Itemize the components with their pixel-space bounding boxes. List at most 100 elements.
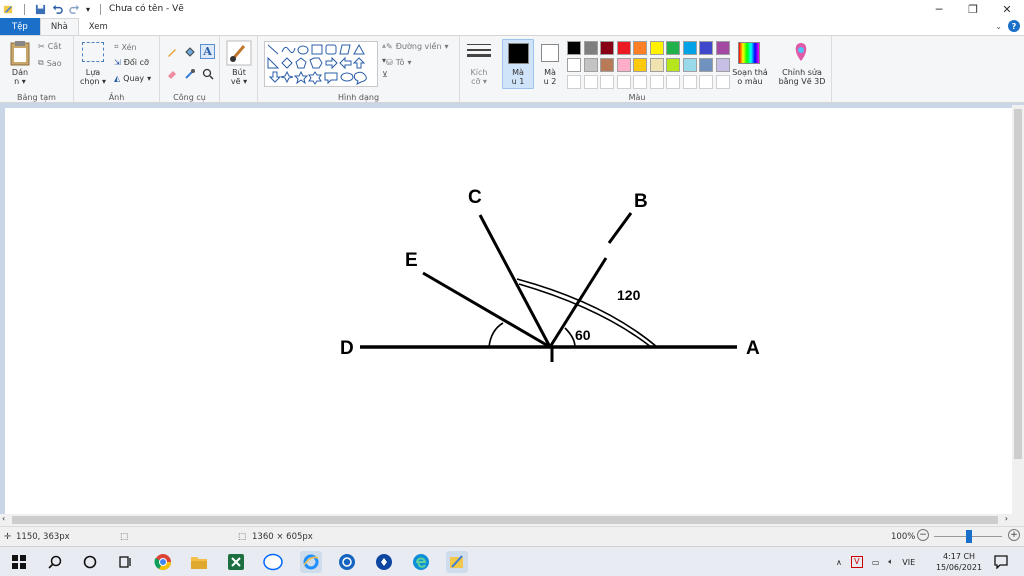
color-swatch[interactable]: [682, 41, 697, 55]
color-swatch[interactable]: [567, 58, 581, 72]
color-swatch[interactable]: [600, 58, 614, 72]
horizontal-scroll-thumb[interactable]: [12, 516, 998, 524]
tab-view[interactable]: Xem: [79, 18, 118, 35]
task-view-icon[interactable]: [114, 551, 136, 573]
color-swatch[interactable]: [715, 41, 730, 55]
paint-taskbar-icon[interactable]: [446, 551, 468, 573]
line-size-icon[interactable]: [467, 42, 491, 62]
close-button[interactable]: ✕: [990, 0, 1024, 18]
search-icon[interactable]: [44, 551, 66, 573]
zoom-slider-thumb[interactable]: [966, 530, 972, 543]
color-swatch[interactable]: [583, 58, 598, 72]
show-hidden-icons-icon[interactable]: ∧: [836, 558, 842, 567]
custom-color-swatch[interactable]: [699, 75, 713, 89]
paste-icon[interactable]: [9, 40, 31, 66]
color-swatch[interactable]: [633, 58, 647, 72]
scroll-right-icon[interactable]: ›: [1005, 514, 1008, 523]
copy-button[interactable]: ⧉ Sao: [38, 58, 62, 68]
color-swatch[interactable]: [567, 41, 581, 55]
cortana-icon[interactable]: [79, 551, 101, 573]
text-tool-icon[interactable]: A: [200, 44, 215, 59]
rotate-button[interactable]: ◭ Quay ▾: [114, 74, 151, 83]
custom-color-swatch[interactable]: [715, 75, 730, 89]
outline-button[interactable]: ✎ Đường viền ▾: [386, 42, 449, 51]
shapes-expand[interactable]: ⊻: [382, 70, 388, 79]
color-swatch[interactable]: [583, 41, 598, 55]
select-icon[interactable]: [82, 42, 104, 62]
color1-button[interactable]: Mà u 1: [502, 39, 534, 89]
color-swatch[interactable]: [666, 58, 680, 72]
help-icon[interactable]: ?: [1008, 20, 1020, 32]
internet-explorer-icon[interactable]: [300, 551, 322, 573]
custom-color-swatch[interactable]: [633, 75, 647, 89]
tab-file[interactable]: Tệp: [0, 18, 40, 35]
start-icon[interactable]: [8, 551, 30, 573]
custom-color-swatch[interactable]: [666, 75, 680, 89]
fill-button[interactable]: ⛁ Tô ▾: [386, 58, 411, 67]
color-swatch[interactable]: [715, 58, 730, 72]
zalo-icon[interactable]: [262, 551, 284, 573]
custom-color-swatch[interactable]: [583, 75, 598, 89]
color-picker-icon[interactable]: [184, 68, 196, 80]
color-swatch[interactable]: [682, 58, 697, 72]
scroll-left-icon[interactable]: ‹: [2, 514, 5, 523]
color-swatch[interactable]: [616, 58, 631, 72]
custom-color-swatch[interactable]: [649, 75, 664, 89]
paint3d-icon[interactable]: [790, 41, 812, 63]
color-swatch[interactable]: [666, 41, 680, 55]
color-swatch[interactable]: [649, 41, 664, 55]
color-swatch[interactable]: [649, 58, 664, 72]
custom-color-swatch[interactable]: [682, 75, 697, 89]
size-button[interactable]: Kích cỡ ▾: [461, 68, 497, 86]
color2-button[interactable]: Mà u 2: [536, 36, 564, 104]
eraser-icon[interactable]: [166, 68, 178, 80]
cut-button[interactable]: ✂ Cắt: [38, 42, 61, 51]
restore-button[interactable]: ❐: [956, 0, 990, 18]
undo-icon[interactable]: [52, 4, 63, 15]
edit-colors-button[interactable]: Soạn thả o màu: [730, 68, 770, 86]
security-app-icon[interactable]: [373, 551, 395, 573]
color-swatch[interactable]: [699, 58, 713, 72]
vertical-scrollbar[interactable]: [1012, 105, 1024, 514]
color-swatch[interactable]: [699, 41, 713, 55]
resize-button[interactable]: ⇲ Đổi cỡ: [114, 58, 149, 67]
notifications-icon[interactable]: [994, 547, 1008, 576]
zoom-in-button[interactable]: +: [1008, 529, 1020, 541]
fill-bucket-icon[interactable]: [184, 46, 196, 58]
custom-color-swatch[interactable]: [567, 75, 581, 89]
color-swatch[interactable]: [600, 41, 614, 55]
crop-button[interactable]: ⌗ Xén: [114, 42, 137, 52]
vertical-scroll-thumb[interactable]: [1014, 109, 1022, 459]
drawing-canvas[interactable]: A B C D E 60 120: [5, 108, 1012, 514]
antivirus-tray-icon[interactable]: V: [850, 556, 863, 568]
battery-icon[interactable]: ▭: [872, 558, 880, 567]
shapes-gallery[interactable]: [264, 41, 378, 87]
network-app-icon[interactable]: [336, 551, 358, 573]
horizontal-scrollbar[interactable]: ‹ ›: [0, 514, 1024, 526]
language-indicator[interactable]: VIE: [902, 558, 915, 567]
brushes-button[interactable]: Bút vẽ ▾: [222, 68, 256, 86]
edit-colors-icon[interactable]: [738, 42, 760, 64]
paste-button[interactable]: Dán n ▾: [6, 68, 34, 86]
edge-icon[interactable]: [410, 551, 432, 573]
save-icon[interactable]: [35, 4, 46, 15]
redo-icon[interactable]: [69, 4, 80, 15]
tab-home[interactable]: Nhà: [39, 18, 79, 35]
custom-color-swatch[interactable]: [616, 75, 631, 89]
volume-icon[interactable]: 🔈︎: [888, 557, 893, 567]
color-swatch[interactable]: [616, 41, 631, 55]
zoom-out-button[interactable]: −: [917, 529, 929, 541]
collapse-ribbon-icon[interactable]: ⌄: [995, 22, 1002, 31]
magnifier-icon[interactable]: [202, 68, 214, 80]
paint3d-button[interactable]: Chỉnh sửa bằng Vẽ 3D: [772, 68, 832, 86]
file-explorer-icon[interactable]: [188, 551, 210, 573]
select-button[interactable]: Lựa chọn ▾: [76, 68, 110, 86]
excel-icon[interactable]: [225, 551, 247, 573]
clock[interactable]: 4:17 CH 15/06/2021: [936, 547, 982, 576]
custom-color-swatch[interactable]: [600, 75, 614, 89]
pencil-icon[interactable]: [166, 46, 178, 58]
minimize-button[interactable]: ─: [922, 0, 956, 18]
brush-icon[interactable]: [226, 40, 252, 66]
color-swatch[interactable]: [633, 41, 647, 55]
chrome-icon[interactable]: [152, 551, 174, 573]
